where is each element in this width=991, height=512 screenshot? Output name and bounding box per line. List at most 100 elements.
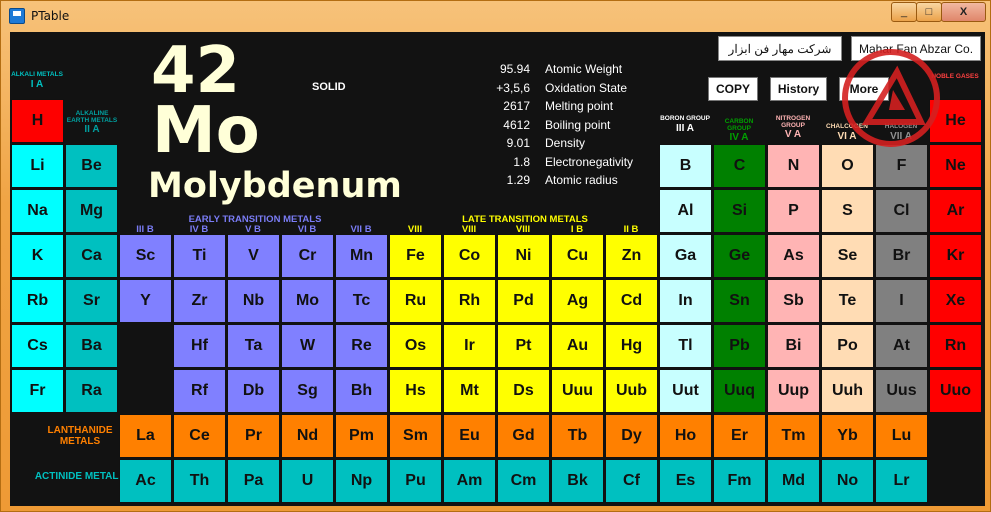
- element-mt[interactable]: Mt: [443, 369, 496, 413]
- element-pu[interactable]: Pu: [389, 459, 442, 503]
- element-ga[interactable]: Ga: [659, 234, 712, 278]
- element-eu[interactable]: Eu: [443, 414, 496, 458]
- title-bar[interactable]: PTable _ □ X: [1, 1, 991, 31]
- element-pt[interactable]: Pt: [497, 324, 550, 368]
- element-cs[interactable]: Cs: [11, 324, 64, 368]
- element-be[interactable]: Be: [65, 144, 118, 188]
- element-ca[interactable]: Ca: [65, 234, 118, 278]
- copy-button[interactable]: COPY: [708, 77, 758, 101]
- element-pr[interactable]: Pr: [227, 414, 280, 458]
- element-mn[interactable]: Mn: [335, 234, 388, 278]
- element-uup[interactable]: Uup: [767, 369, 820, 413]
- element-zn[interactable]: Zn: [605, 234, 658, 278]
- element-cl[interactable]: Cl: [875, 189, 928, 233]
- element-at[interactable]: At: [875, 324, 928, 368]
- element-mo[interactable]: Mo: [281, 279, 334, 323]
- element-sm[interactable]: Sm: [389, 414, 442, 458]
- element-tb[interactable]: Tb: [551, 414, 604, 458]
- element-cr[interactable]: Cr: [281, 234, 334, 278]
- element-yb[interactable]: Yb: [821, 414, 874, 458]
- element-uuq[interactable]: Uuq: [713, 369, 766, 413]
- history-button[interactable]: History: [770, 77, 827, 101]
- element-tl[interactable]: Tl: [659, 324, 712, 368]
- element-rh[interactable]: Rh: [443, 279, 496, 323]
- element-th[interactable]: Th: [173, 459, 226, 503]
- element-ar[interactable]: Ar: [929, 189, 982, 233]
- element-sg[interactable]: Sg: [281, 369, 334, 413]
- element-sr[interactable]: Sr: [65, 279, 118, 323]
- element-xe[interactable]: Xe: [929, 279, 982, 323]
- company-persian-button[interactable]: شرکت مهار فن ابزار: [718, 36, 842, 61]
- element-ce[interactable]: Ce: [173, 414, 226, 458]
- element-v[interactable]: V: [227, 234, 280, 278]
- element-rn[interactable]: Rn: [929, 324, 982, 368]
- element-ds[interactable]: Ds: [497, 369, 550, 413]
- element-hf[interactable]: Hf: [173, 324, 226, 368]
- element-al[interactable]: Al: [659, 189, 712, 233]
- element-re[interactable]: Re: [335, 324, 388, 368]
- element-li[interactable]: Li: [11, 144, 64, 188]
- element-na[interactable]: Na: [11, 189, 64, 233]
- element-pa[interactable]: Pa: [227, 459, 280, 503]
- element-lr[interactable]: Lr: [875, 459, 928, 503]
- close-button[interactable]: X: [941, 2, 986, 22]
- element-kr[interactable]: Kr: [929, 234, 982, 278]
- element-fr[interactable]: Fr: [11, 369, 64, 413]
- element-uuo[interactable]: Uuo: [929, 369, 982, 413]
- element-hg[interactable]: Hg: [605, 324, 658, 368]
- element-k[interactable]: K: [11, 234, 64, 278]
- element-es[interactable]: Es: [659, 459, 712, 503]
- element-zr[interactable]: Zr: [173, 279, 226, 323]
- element-rf[interactable]: Rf: [173, 369, 226, 413]
- more-button[interactable]: More: [839, 77, 889, 101]
- element-md[interactable]: Md: [767, 459, 820, 503]
- element-he[interactable]: He: [929, 99, 982, 143]
- element-s[interactable]: S: [821, 189, 874, 233]
- element-sb[interactable]: Sb: [767, 279, 820, 323]
- element-uut[interactable]: Uut: [659, 369, 712, 413]
- maximize-button[interactable]: □: [916, 2, 942, 22]
- element-uus[interactable]: Uus: [875, 369, 928, 413]
- element-bk[interactable]: Bk: [551, 459, 604, 503]
- minimize-button[interactable]: _: [891, 2, 917, 22]
- element-in[interactable]: In: [659, 279, 712, 323]
- element-si[interactable]: Si: [713, 189, 766, 233]
- element-cf[interactable]: Cf: [605, 459, 658, 503]
- element-fm[interactable]: Fm: [713, 459, 766, 503]
- element-se[interactable]: Se: [821, 234, 874, 278]
- element-uuu[interactable]: Uuu: [551, 369, 604, 413]
- element-er[interactable]: Er: [713, 414, 766, 458]
- element-os[interactable]: Os: [389, 324, 442, 368]
- element-ti[interactable]: Ti: [173, 234, 226, 278]
- element-fe[interactable]: Fe: [389, 234, 442, 278]
- element-tc[interactable]: Tc: [335, 279, 388, 323]
- element-bi[interactable]: Bi: [767, 324, 820, 368]
- element-ir[interactable]: Ir: [443, 324, 496, 368]
- element-nd[interactable]: Nd: [281, 414, 334, 458]
- element-i[interactable]: I: [875, 279, 928, 323]
- element-ag[interactable]: Ag: [551, 279, 604, 323]
- element-am[interactable]: Am: [443, 459, 496, 503]
- element-ni[interactable]: Ni: [497, 234, 550, 278]
- element-nb[interactable]: Nb: [227, 279, 280, 323]
- element-mg[interactable]: Mg: [65, 189, 118, 233]
- element-ta[interactable]: Ta: [227, 324, 280, 368]
- element-sn[interactable]: Sn: [713, 279, 766, 323]
- element-cu[interactable]: Cu: [551, 234, 604, 278]
- element-pd[interactable]: Pd: [497, 279, 550, 323]
- element-n[interactable]: N: [767, 144, 820, 188]
- element-np[interactable]: Np: [335, 459, 388, 503]
- element-tm[interactable]: Tm: [767, 414, 820, 458]
- company-english-button[interactable]: Mahar Fan Abzar Co.: [851, 36, 981, 61]
- element-h[interactable]: H: [11, 99, 64, 143]
- element-pb[interactable]: Pb: [713, 324, 766, 368]
- element-p[interactable]: P: [767, 189, 820, 233]
- element-la[interactable]: La: [119, 414, 172, 458]
- element-pm[interactable]: Pm: [335, 414, 388, 458]
- element-o[interactable]: O: [821, 144, 874, 188]
- element-ge[interactable]: Ge: [713, 234, 766, 278]
- element-ba[interactable]: Ba: [65, 324, 118, 368]
- element-au[interactable]: Au: [551, 324, 604, 368]
- element-ho[interactable]: Ho: [659, 414, 712, 458]
- element-gd[interactable]: Gd: [497, 414, 550, 458]
